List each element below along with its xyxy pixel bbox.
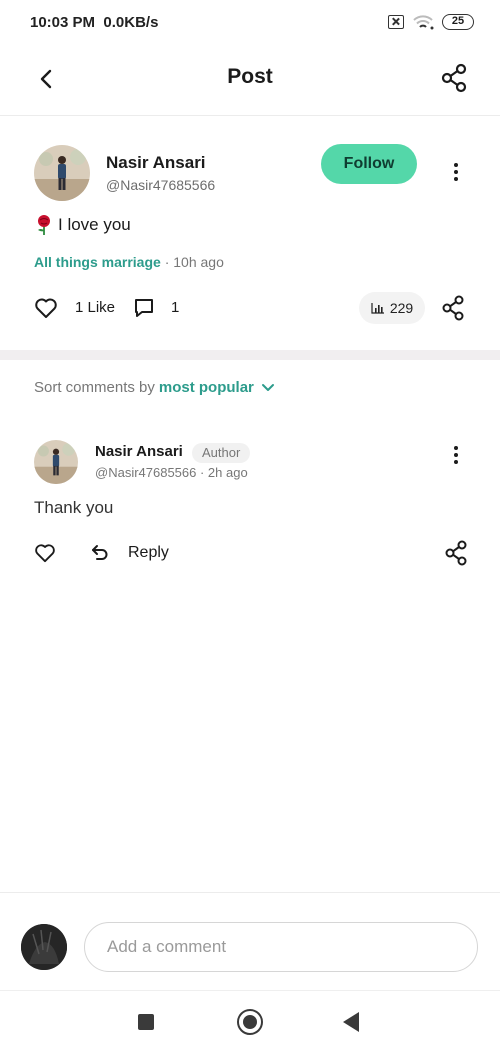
share-icon[interactable]: [440, 63, 468, 93]
comment-bubble-icon[interactable]: [133, 297, 155, 319]
author-avatar[interactable]: [34, 145, 90, 201]
page-title: Post: [227, 65, 273, 88]
no-sim-icon: [388, 15, 404, 29]
heart-icon[interactable]: [34, 297, 58, 319]
reply-button[interactable]: Reply: [128, 544, 169, 562]
follow-button[interactable]: Follow: [321, 144, 417, 184]
comment-composer: [0, 892, 500, 990]
section-divider: [0, 350, 500, 360]
post-meta: All things marriage · 10h ago: [34, 254, 224, 270]
post-content: I love you: [34, 214, 131, 236]
more-vertical-icon[interactable]: [446, 443, 466, 467]
post-actions: 1 Like 1 229: [34, 292, 466, 324]
community-link[interactable]: All things marriage: [34, 254, 161, 270]
wifi-icon: [413, 15, 434, 30]
recents-icon[interactable]: [138, 1014, 154, 1030]
author-handle: @Nasir47685566: [106, 177, 216, 193]
view-count: 229: [389, 300, 414, 316]
share-icon[interactable]: [441, 295, 465, 321]
post-text: I love you: [58, 215, 131, 234]
rose-icon: [38, 215, 50, 235]
chevron-down-icon[interactable]: [261, 383, 275, 393]
home-icon[interactable]: [237, 1009, 263, 1035]
author-badge: Author: [192, 443, 251, 463]
more-vertical-icon[interactable]: [446, 160, 466, 184]
post-time: · 10h ago: [160, 254, 224, 270]
post-card: Nasir Ansari @Nasir47685566 Follow I lov…: [0, 117, 500, 350]
reply-icon[interactable]: [90, 543, 110, 563]
back-triangle-icon[interactable]: [343, 1012, 359, 1032]
share-icon[interactable]: [444, 540, 468, 566]
commenter-avatar[interactable]: [34, 440, 78, 484]
battery-indicator: 25: [442, 14, 474, 30]
comment-text: Thank you: [34, 498, 114, 517]
author-name[interactable]: Nasir Ansari: [106, 153, 206, 173]
comment-meta: @Nasir47685566 · 2h ago: [95, 465, 248, 480]
comment-count[interactable]: 1: [171, 299, 179, 316]
sort-label: Sort comments by: [34, 379, 155, 396]
app-header: Post: [0, 48, 500, 116]
status-bar: 10:03 PM 0.0KB/s 25: [0, 0, 500, 48]
heart-icon[interactable]: [34, 543, 56, 563]
my-avatar: [21, 924, 67, 970]
like-count[interactable]: 1 Like: [75, 299, 115, 316]
bar-chart-icon: [371, 302, 384, 314]
views-badge[interactable]: 229: [359, 292, 425, 324]
commenter-name[interactable]: Nasir Ansari: [95, 443, 183, 460]
status-icons: 25: [388, 14, 474, 30]
comment-input[interactable]: [84, 922, 478, 972]
sort-value[interactable]: most popular: [159, 379, 254, 396]
system-nav-bar: [0, 990, 500, 1055]
sort-comments[interactable]: Sort comments by most popular: [34, 379, 275, 396]
status-time: 10:03 PM 0.0KB/s: [30, 14, 159, 31]
comment-item: Nasir Ansari Author @Nasir47685566 · 2h …: [0, 430, 500, 580]
